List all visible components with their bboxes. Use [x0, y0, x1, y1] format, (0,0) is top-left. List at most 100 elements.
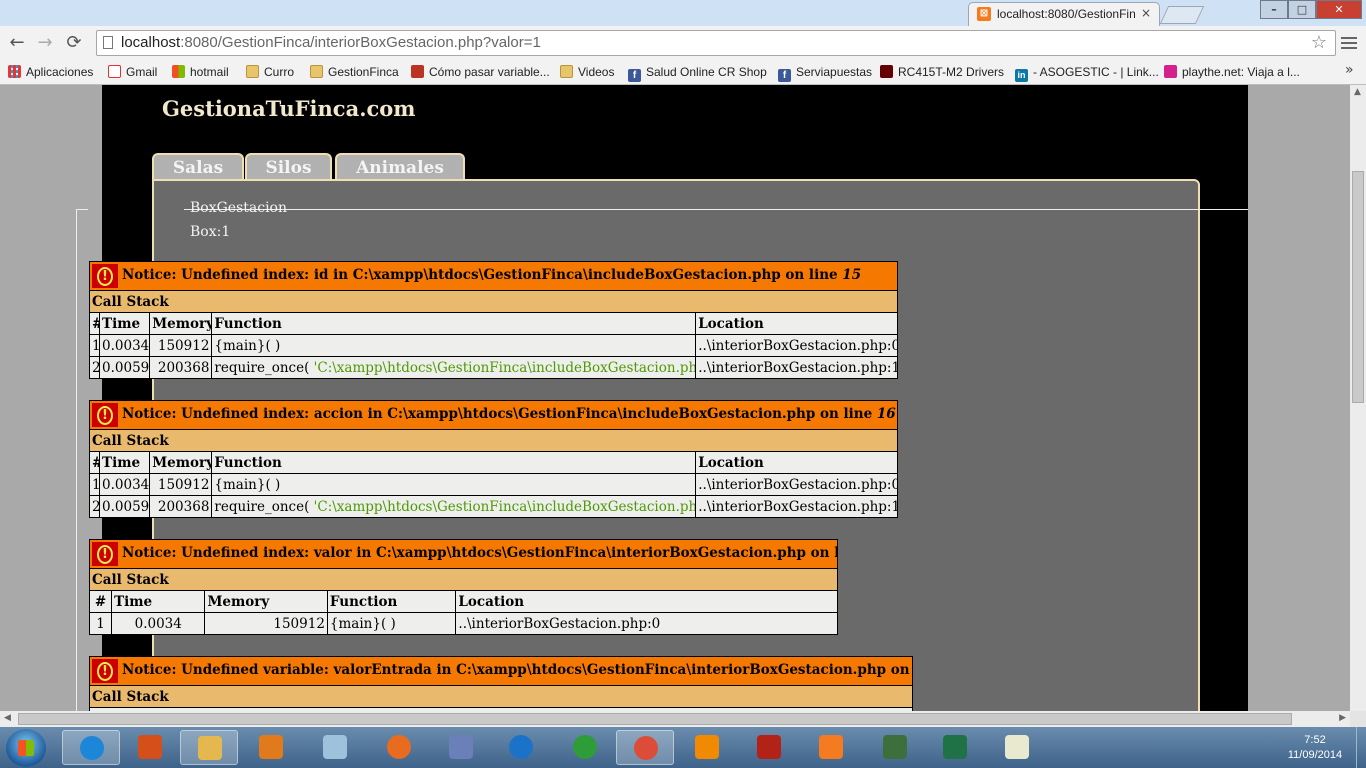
- bookmark-item[interactable]: Cómo pasar variable...: [411, 63, 550, 81]
- bookmark-item[interactable]: hotmail: [172, 63, 229, 81]
- browser-tab[interactable]: ⊠ localhost:8080/GestionFin ×: [968, 2, 1160, 26]
- horizontal-scrollbar[interactable]: ◀ ▶: [0, 711, 1350, 727]
- windows-logo-icon: [18, 740, 34, 756]
- taskbar-app-button[interactable]: [802, 730, 860, 765]
- scroll-right-icon[interactable]: ▶: [1339, 713, 1346, 723]
- reload-icon[interactable]: ⟳: [63, 32, 85, 54]
- bookmark-item[interactable]: f Salud Online CR Shop: [628, 63, 767, 82]
- taskbar-app-button[interactable]: [62, 730, 120, 765]
- column-header: Location: [695, 451, 898, 474]
- bookmark-star-icon[interactable]: ☆: [1311, 32, 1327, 53]
- close-window-button[interactable]: ✕: [1316, 0, 1362, 19]
- call-stack-heading: Call Stack: [89, 568, 838, 591]
- bookmark-item[interactable]: playthe.net: Viaja a l...: [1164, 63, 1300, 81]
- bookmark-item[interactable]: Videos: [560, 63, 614, 81]
- bookmark-label: - ASOGESTIC - | Link...: [1033, 65, 1159, 79]
- bookmark-item[interactable]: Curro: [246, 63, 294, 81]
- tab-animales[interactable]: Animales: [335, 153, 465, 181]
- taskbar-app-button[interactable]: [242, 730, 300, 765]
- editor-icon: [1005, 735, 1029, 759]
- column-header: Time: [99, 451, 151, 474]
- table-row: 20.0059200368require_once( 'C:\xampp\htd…: [88, 356, 898, 379]
- call-stack-heading: Call Stack: [89, 429, 898, 452]
- network-icon: [573, 735, 597, 759]
- vlc-icon: [695, 735, 719, 759]
- notice-message: Notice: Undefined index: valor in C:\xam…: [121, 545, 838, 561]
- bookmark-label: Gmail: [126, 65, 158, 79]
- minimize-button[interactable]: –: [1260, 0, 1288, 19]
- bookmark-item[interactable]: GestionFinca: [310, 63, 399, 81]
- tab-silos[interactable]: Silos: [245, 153, 332, 181]
- tab-salas[interactable]: Salas: [152, 153, 244, 181]
- notice-line: 16: [876, 406, 896, 422]
- chrome-menu-icon[interactable]: [1341, 34, 1357, 52]
- bookmark-item[interactable]: f Serviapuestas: [778, 63, 872, 82]
- scroll-corner: [1350, 711, 1366, 727]
- bookmark-label: Videos: [578, 65, 615, 79]
- bookmark-item[interactable]: Aplicaciones: [8, 63, 93, 81]
- taskbar-app-button[interactable]: [180, 730, 238, 765]
- column-header: Time: [99, 312, 151, 335]
- start-button[interactable]: [6, 729, 46, 767]
- taskbar-app-button[interactable]: [492, 730, 550, 765]
- xdebug-notice-table: ! Notice: Undefined index: valor in C:\xa…: [88, 539, 838, 635]
- vertical-scrollbar[interactable]: ▲: [1350, 85, 1366, 711]
- notice-message: Notice: Undefined index: id in C:\xampp\…: [121, 267, 843, 283]
- bookmark-label: Cómo pasar variable...: [429, 65, 550, 79]
- stack-memory: 200368: [149, 495, 213, 518]
- stack-time: 0.0059: [99, 495, 151, 518]
- show-desktop-button[interactable]: [1356, 727, 1366, 768]
- folder-icon: [246, 65, 259, 78]
- circle-icon: [1164, 65, 1177, 78]
- close-tab-icon[interactable]: ×: [1141, 6, 1151, 20]
- page-icon: [103, 36, 113, 49]
- taskbar-app-button[interactable]: [866, 730, 924, 765]
- notice-header: ! Notice: Undefined index: accion in C:\x…: [89, 400, 898, 430]
- notice-header: ! Notice: Undefined variable: valorEntrad…: [89, 656, 913, 686]
- function-argument: 'C:\xampp\htdocs\GestionFinca\includeBox…: [313, 498, 696, 515]
- taskbar-app-button[interactable]: [121, 730, 179, 765]
- forward-icon[interactable]: →: [34, 32, 56, 54]
- taskbar-app-button[interactable]: [432, 730, 490, 765]
- taskbar-app-button[interactable]: [370, 730, 428, 765]
- stack-index: 2: [88, 356, 101, 379]
- stack-location: ..\interiorBoxGestacion.php:0: [695, 473, 898, 496]
- firefox-icon: [387, 735, 411, 759]
- taskbar-app-button[interactable]: [306, 730, 364, 765]
- scroll-up-icon[interactable]: ▲: [1354, 87, 1361, 97]
- clock-time: 7:52: [1304, 734, 1326, 746]
- bookmark-item[interactable]: RC415T-M2 Drivers: [880, 63, 1004, 81]
- taskbar-app-button[interactable]: [678, 730, 736, 765]
- xampp-icon: [819, 735, 843, 759]
- address-bar[interactable]: localhost:8080/GestionFinca/interiorBoxG…: [96, 30, 1336, 56]
- bookmark-label: Salud Online CR Shop: [646, 65, 767, 79]
- taskbar-app-button[interactable]: [740, 730, 798, 765]
- taskbar-app-button[interactable]: [988, 730, 1046, 765]
- bookmarks-bar: Aplicaciones Gmail hotmail Curro GestionFinc…: [0, 60, 1366, 85]
- url-text[interactable]: localhost:8080/GestionFinca/interiorBoxG…: [121, 34, 541, 51]
- folder-icon: [310, 65, 323, 78]
- scroll-left-icon[interactable]: ◀: [4, 713, 11, 723]
- bookmark-item[interactable]: in - ASOGESTIC - | Link...: [1015, 63, 1159, 82]
- function-argument: 'C:\xampp\htdocs\GestionFinca\includeBox…: [313, 359, 696, 376]
- function-name: require_once(: [214, 359, 314, 376]
- stack-function: {main}( ): [326, 612, 457, 635]
- stack-index: 1: [88, 473, 101, 496]
- taskbar-app-button[interactable]: [616, 730, 674, 765]
- stack-memory: 150912: [204, 612, 328, 635]
- vertical-scroll-thumb[interactable]: [1352, 171, 1364, 403]
- bookmark-item[interactable]: Gmail: [108, 63, 157, 81]
- new-tab-button[interactable]: [1159, 6, 1205, 24]
- notice-header: ! Notice: Undefined index: id in C:\xampp…: [89, 261, 898, 291]
- system-clock[interactable]: 7:52 11/09/2014: [1280, 733, 1350, 763]
- page-icon: [880, 65, 893, 78]
- box-label: Box:1: [190, 224, 231, 240]
- xampp-favicon-icon: ⊠: [977, 7, 991, 21]
- taskbar-app-button[interactable]: [926, 730, 984, 765]
- linkedin-icon: in: [1015, 69, 1028, 82]
- taskbar-app-button[interactable]: [556, 730, 614, 765]
- bookmarks-overflow-icon[interactable]: »: [1345, 62, 1354, 78]
- horizontal-scroll-thumb[interactable]: [18, 713, 1292, 725]
- back-icon[interactable]: ←: [6, 32, 28, 54]
- maximize-button[interactable]: □: [1288, 0, 1316, 19]
